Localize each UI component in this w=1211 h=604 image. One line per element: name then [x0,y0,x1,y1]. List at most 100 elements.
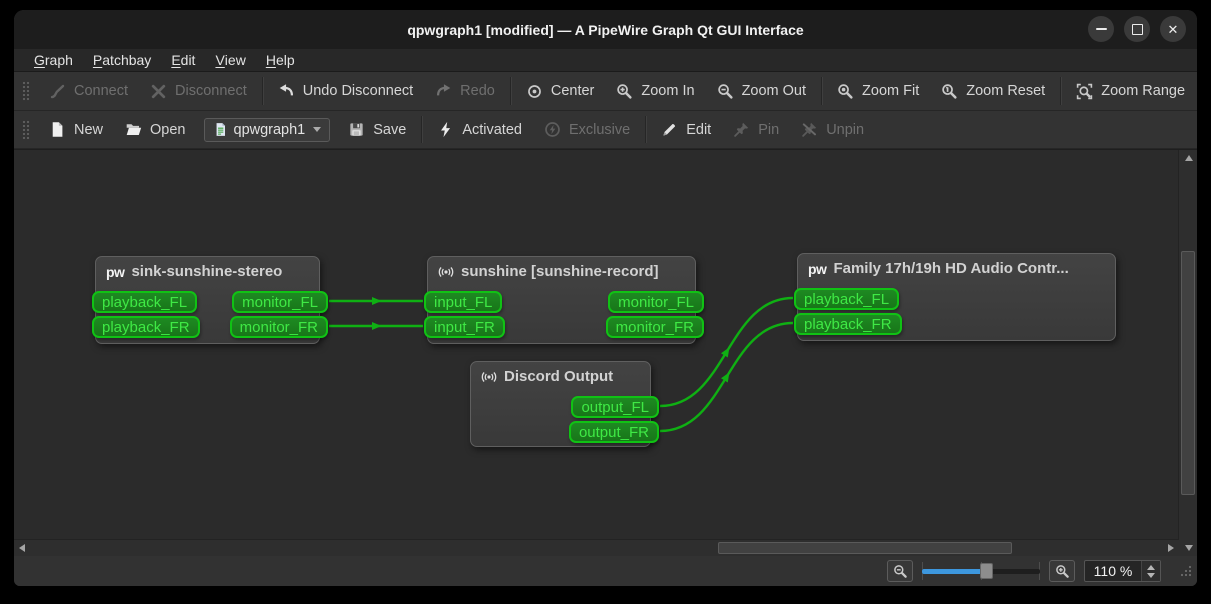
statusbar: 110 % [14,556,1197,586]
zoom-in-button[interactable] [1049,560,1075,582]
zoom-spinbox[interactable]: 110 % [1084,560,1161,582]
stream-icon [438,264,454,280]
node-sink-sunshine-stereo[interactable]: pw sink-sunshine-stereo playback_FLplaybac… [92,256,328,344]
button-label: Undo Disconnect [302,83,414,99]
port-monitor-fl[interactable]: monitor_FL [608,291,704,313]
zoom-slider[interactable] [922,561,1040,581]
triangle-left-icon [19,544,25,552]
zoom-fit-icon [837,83,854,100]
zoom-in-button[interactable]: Zoom In [605,72,705,110]
button-label: Unpin [826,121,865,138]
resize-grip[interactable] [1179,564,1192,582]
horizontal-scrollbar-thumb[interactable] [718,542,1012,554]
center-button[interactable]: Center [515,72,606,110]
menu-edit[interactable]: Edit [161,49,205,71]
exclusive-icon [544,121,561,138]
toolbar-handle[interactable] [22,120,30,139]
unpin-icon [801,121,818,138]
button-label: Center [550,83,595,99]
connection-arrow-icon [372,297,382,305]
port-output-fl[interactable]: output_FL [571,396,659,418]
button-label: Save [373,121,407,138]
redo-icon [435,83,452,100]
button-label: Zoom Out [741,83,807,99]
zoom-range-icon [1076,83,1093,100]
port-monitor-fr[interactable]: monitor_FR [229,316,328,338]
node-family-17h-19h-hd-audio-contr[interactable]: pw Family 17h/19h HD Audio Contr... playba… [794,253,1116,341]
zoom-in-icon [1055,564,1070,579]
activated-button[interactable]: Activated [426,111,533,148]
triangle-down-icon [1185,545,1193,551]
port-input-fl[interactable]: input_FL [424,291,503,313]
button-label: Exclusive [568,121,631,138]
close-button[interactable]: ✕ [1160,16,1186,42]
node-sunshine-sunshine-record[interactable]: sunshine [sunshine-record] input_FL input_… [424,256,704,344]
scroll-up-button[interactable] [1181,150,1197,166]
zoom-out-button[interactable] [887,560,913,582]
port-output-fr[interactable]: output_FR [568,421,659,443]
pin-icon [733,121,750,138]
stream-icon [481,369,497,385]
toolbar-graph: Connect Disconnect Undo Disconnect Redo Cent… [14,72,1197,111]
port-input-fr[interactable]: input_FR [424,316,505,338]
menu-view[interactable]: View [205,49,255,71]
undo-disconnect-button[interactable]: Undo Disconnect [267,72,424,110]
window-title: qpwgraph1 [modified] — A PipeWire Graph … [407,21,804,38]
zoom-value: 110 % [1093,563,1133,579]
zoom-out-icon [717,83,734,100]
triangle-up-icon [1185,155,1193,161]
vertical-scrollbar-thumb[interactable] [1181,251,1195,495]
titlebar[interactable]: qpwgraph1 [modified] — A PipeWire Graph … [14,10,1197,49]
port-playback-fl[interactable]: playback_FL [794,288,900,310]
spin-buttons [1141,561,1160,581]
scroll-right-button[interactable] [1163,540,1179,556]
menu-graph[interactable]: Graph [24,49,83,71]
port-playback-fl[interactable]: playback_FL [92,291,198,313]
node-discord-output[interactable]: Discord Output output_FL output_FR [470,361,659,447]
scroll-down-button[interactable] [1181,540,1197,556]
spin-down-button[interactable] [1147,572,1155,578]
node-title: Discord Output [471,362,650,385]
graph-view: pw sink-sunshine-stereo playback_FL playbac… [14,149,1197,556]
edit-button[interactable]: Edit [650,111,722,148]
zoom-reset-icon [941,83,958,100]
slider-fill [922,569,986,574]
new-button[interactable]: New [38,111,114,148]
toolbar-separator [1060,77,1062,105]
port-playback-fr[interactable]: playback_FR [794,313,902,335]
zoom-fit-button[interactable]: Zoom Fit [826,72,930,110]
port-monitor-fr[interactable]: monitor_FR [605,316,704,338]
horizontal-scrollbar[interactable] [14,539,1179,556]
button-label: Edit [686,121,712,138]
maximize-button[interactable] [1124,16,1150,42]
pin-button: Pin [722,111,790,148]
zoom-out-button[interactable]: Zoom Out [706,72,817,110]
port-monitor-fl[interactable]: monitor_FL [232,291,328,313]
open-button[interactable]: Open [114,111,196,148]
patchbay-selector[interactable]: qpwgraph1 [203,117,331,142]
connect-button: Connect [38,72,139,110]
menu-patchbay[interactable]: Patchbay [83,49,161,71]
save-button[interactable]: Save [337,111,417,148]
node-title: pw sink-sunshine-stereo [96,257,319,280]
button-label: Disconnect [175,83,247,99]
zoom-in-icon [616,83,633,100]
graph-canvas[interactable]: pw sink-sunshine-stereo playback_FL playbac… [14,150,1179,540]
zoom-slider-handle[interactable] [980,563,993,579]
zoom-range-button[interactable]: Zoom Range [1065,72,1196,110]
vertical-scrollbar[interactable] [1178,150,1197,556]
pipewire-icon: pw [106,263,125,280]
scroll-left-button[interactable] [14,540,30,556]
patchbay-file-icon [213,122,234,137]
zoom-reset-button[interactable]: Zoom Reset [930,72,1056,110]
node-title-text: Family 17h/19h HD Audio Contr... [833,260,1069,277]
minimize-button[interactable] [1088,16,1114,42]
pipewire-icon: pw [808,260,827,277]
toolbar-handle[interactable] [22,81,30,101]
undo-icon [278,83,295,100]
spin-up-button[interactable] [1147,564,1155,570]
port-playback-fr[interactable]: playback_FR [92,316,200,338]
app-window: qpwgraph1 [modified] — A PipeWire Graph … [14,10,1197,586]
button-label: Redo [460,83,495,99]
menu-help[interactable]: Help [256,49,305,71]
